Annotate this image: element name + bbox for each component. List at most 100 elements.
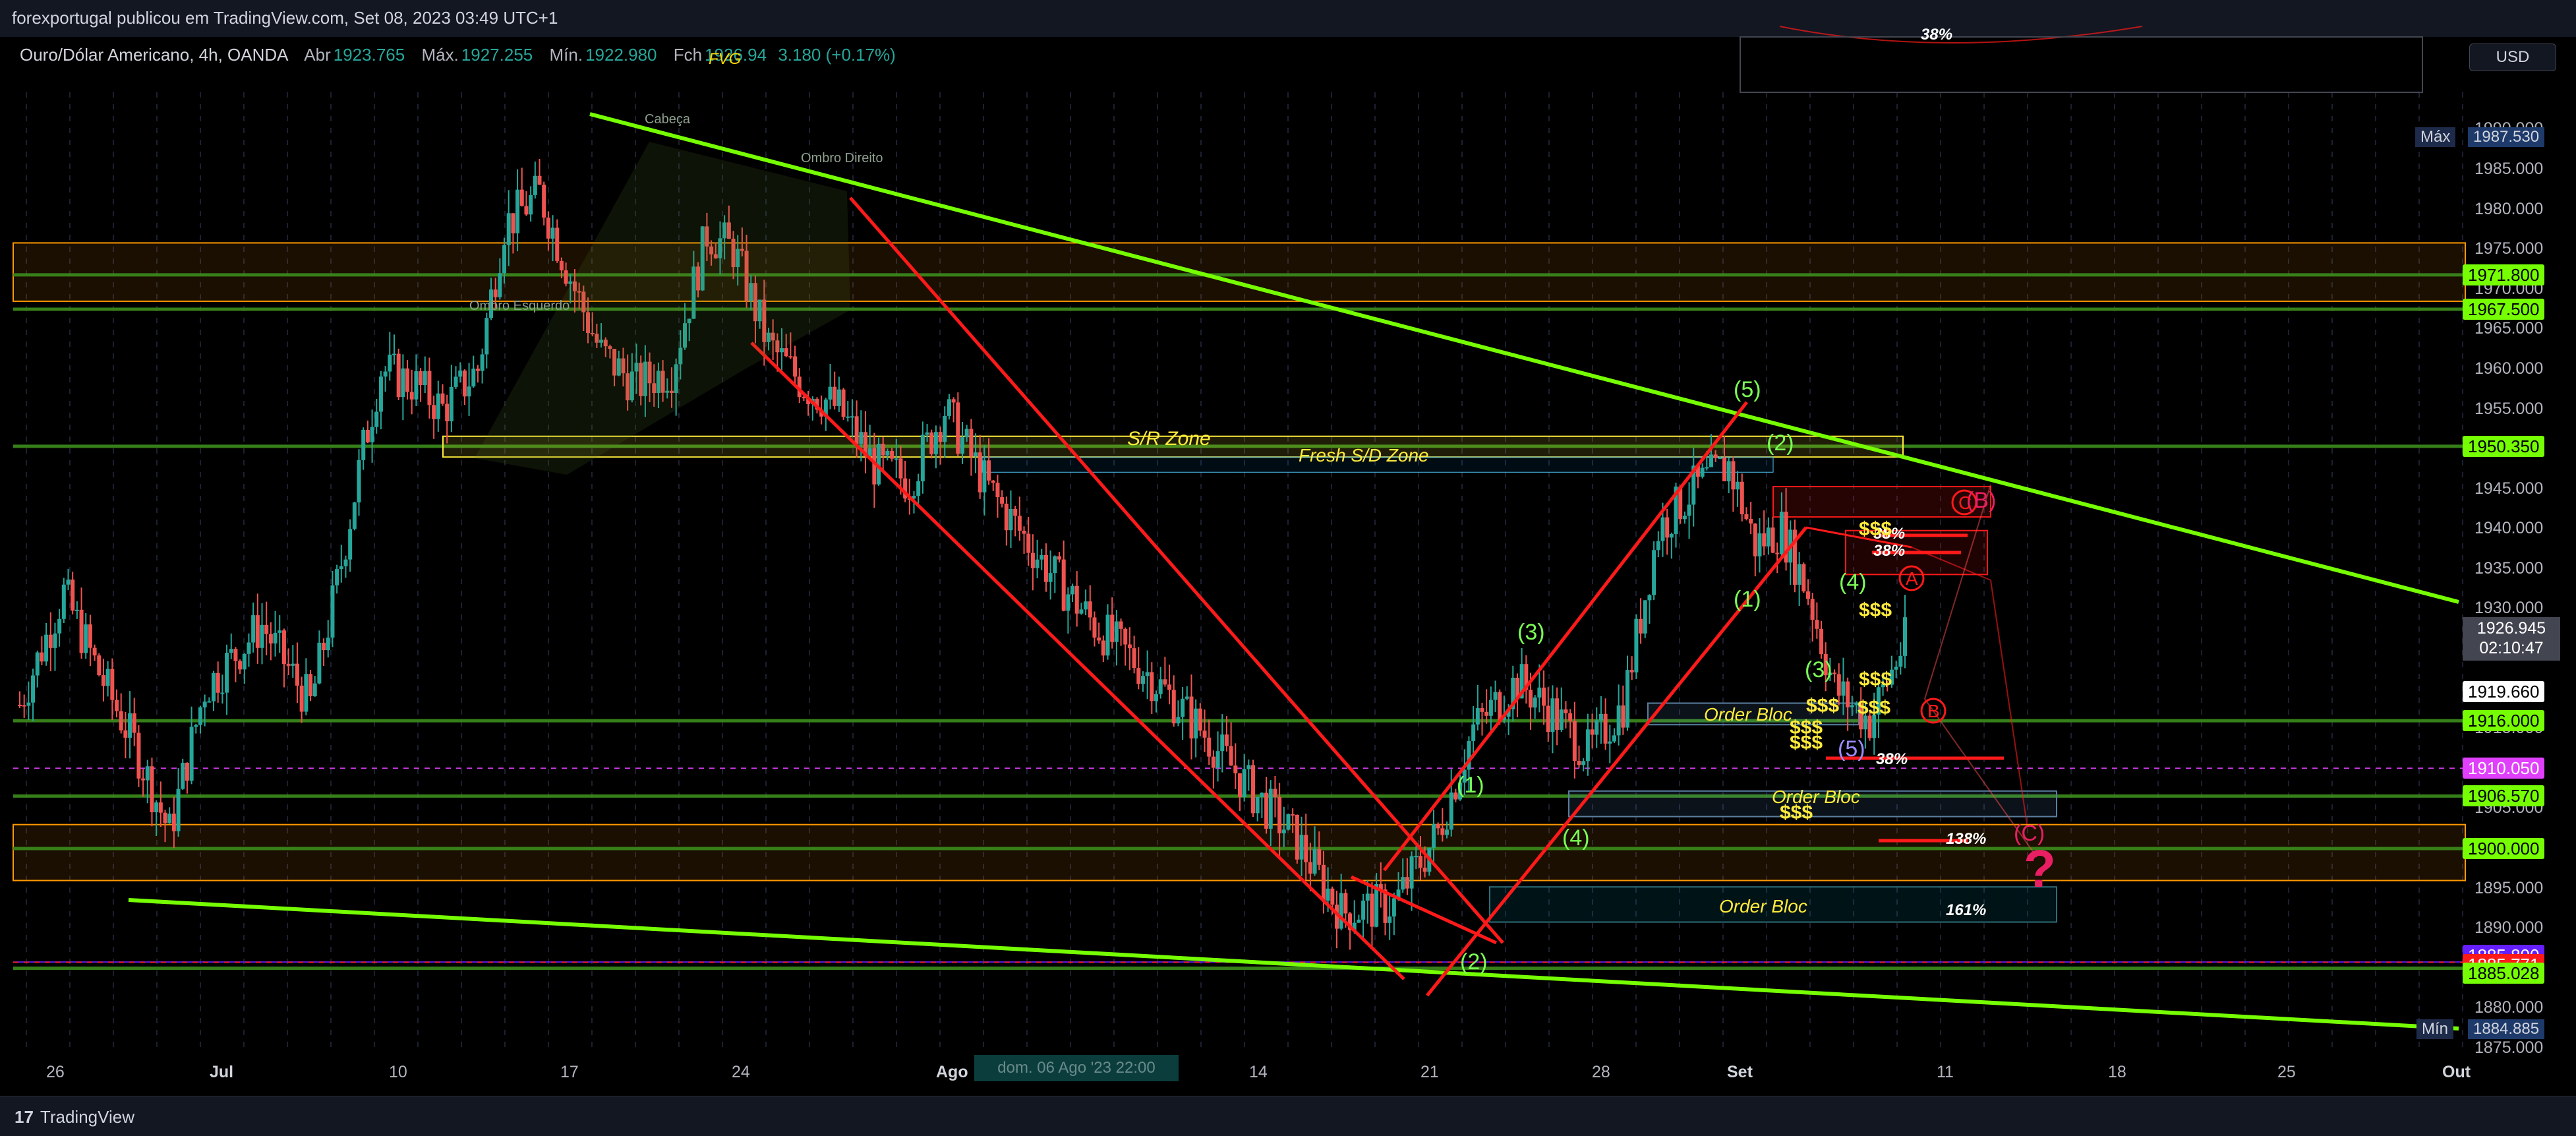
price-chart[interactable]: Ombro Esquerdo Cabeça Ombro Direito S/R Zon… bbox=[0, 0, 2576, 1135]
price-tick: 1960.000 bbox=[2474, 359, 2544, 378]
tradingview-logo[interactable]: 17 TradingView bbox=[15, 1107, 134, 1127]
price-tick: 1975.000 bbox=[2474, 239, 2544, 258]
time-tick: 10 bbox=[389, 1063, 407, 1081]
bull-candle bbox=[925, 432, 929, 435]
bull-candle bbox=[278, 630, 282, 633]
wave-label: (1) bbox=[1734, 587, 1761, 612]
bear-candle bbox=[1074, 585, 1079, 614]
bear-candle bbox=[1061, 559, 1066, 611]
bear-candle bbox=[141, 778, 146, 781]
bear-candle bbox=[854, 416, 859, 444]
bear-candle bbox=[1529, 690, 1533, 708]
bull-candle bbox=[1401, 877, 1405, 890]
bull-candle bbox=[471, 369, 476, 387]
bear-candle bbox=[1110, 614, 1115, 642]
bear-candle bbox=[1330, 888, 1335, 905]
bear-candle bbox=[462, 370, 467, 397]
bull-candle bbox=[498, 273, 502, 297]
liquidity-label: $$$ bbox=[1859, 599, 1892, 621]
bull-candle bbox=[960, 437, 964, 454]
bull-candle bbox=[1009, 508, 1013, 531]
top-arc bbox=[1779, 26, 2143, 44]
bull-candle bbox=[1634, 618, 1639, 673]
bull-candle bbox=[974, 452, 978, 457]
liquidity-label: $$$ bbox=[1859, 669, 1892, 690]
bear-candle bbox=[978, 452, 982, 493]
price-tick: 1895.000 bbox=[2474, 878, 2544, 897]
price-tick: 1935.000 bbox=[2474, 558, 2544, 578]
min-value: 1884.885 bbox=[2468, 1019, 2545, 1039]
bear-candle bbox=[1308, 862, 1312, 874]
bear-candle bbox=[238, 661, 243, 670]
bull-candle bbox=[1312, 849, 1317, 874]
bull-candle bbox=[176, 789, 181, 831]
bull-candle bbox=[1841, 681, 1846, 696]
bull-candle bbox=[339, 566, 343, 570]
bear-candle bbox=[475, 369, 480, 371]
bear-candle bbox=[1753, 523, 1757, 556]
currency-button[interactable]: USD bbox=[2469, 44, 2556, 71]
bull-candle bbox=[1432, 823, 1436, 848]
time-tick: Set bbox=[1727, 1063, 1753, 1081]
min-label: Mín bbox=[2422, 1020, 2449, 1038]
max-marker: Máx bbox=[2415, 127, 2456, 147]
bear-candle bbox=[1572, 721, 1577, 762]
bull-candle bbox=[128, 713, 132, 738]
bull-candle bbox=[1669, 533, 1674, 538]
bull-candle bbox=[242, 653, 247, 670]
bull-candle bbox=[480, 354, 484, 371]
bull-candle bbox=[1612, 735, 1616, 742]
bull-candle bbox=[894, 458, 898, 460]
bear-candle bbox=[163, 812, 167, 823]
bear-candle bbox=[1815, 620, 1819, 629]
bull-candle bbox=[361, 430, 366, 460]
bull-candle bbox=[343, 559, 348, 566]
bull-candle bbox=[304, 674, 308, 712]
wave-label: (2) bbox=[1767, 431, 1794, 456]
bear-candle bbox=[440, 393, 445, 404]
price-level-tag: 1967.500 bbox=[2463, 299, 2545, 320]
bear-candle bbox=[1621, 705, 1625, 728]
bear-candle bbox=[991, 480, 995, 483]
liquidity-label: $$$ bbox=[1859, 518, 1892, 540]
bull-candle bbox=[1357, 919, 1361, 923]
min-marker: Mín bbox=[2416, 1019, 2454, 1039]
bull-candle bbox=[212, 673, 216, 702]
bear-candle bbox=[1022, 530, 1026, 534]
bear-candle bbox=[286, 664, 291, 666]
bull-candle bbox=[1682, 516, 1687, 520]
bear-candle bbox=[841, 389, 846, 417]
low-value: 1922.980 bbox=[585, 45, 657, 65]
bear-candle bbox=[299, 685, 304, 712]
bear-candle bbox=[938, 432, 943, 442]
abc-label: C bbox=[1958, 493, 1972, 513]
bull-candle bbox=[1246, 765, 1251, 769]
bear-candle bbox=[71, 580, 75, 611]
bull-candle bbox=[1537, 687, 1542, 698]
bear-candle bbox=[537, 175, 542, 185]
bear-candle bbox=[1775, 553, 1780, 554]
bull-candle bbox=[1255, 796, 1260, 814]
price-tick: 1965.000 bbox=[2474, 319, 2544, 338]
bull-candle bbox=[1652, 550, 1656, 595]
bull-candle bbox=[1643, 600, 1647, 634]
upper-trendline bbox=[589, 112, 2459, 604]
bear-candle bbox=[396, 353, 401, 398]
bull-candle bbox=[1268, 789, 1273, 829]
bear-candle bbox=[1167, 684, 1172, 690]
bear-candle bbox=[119, 711, 123, 731]
crosshair-date: dom. 06 Ago '23 22:00 bbox=[974, 1055, 1179, 1081]
bull-candle bbox=[1286, 814, 1291, 830]
bull-candle bbox=[1365, 893, 1370, 901]
close-label: Fch bbox=[673, 45, 703, 65]
bull-candle bbox=[1598, 713, 1603, 721]
bull-candle bbox=[352, 502, 357, 529]
bull-candle bbox=[229, 649, 233, 653]
price-tick: 1945.000 bbox=[2474, 479, 2544, 498]
time-tick: Out bbox=[2442, 1063, 2471, 1081]
bull-candle bbox=[836, 389, 841, 406]
bear-candle bbox=[268, 634, 273, 643]
orange-zone bbox=[13, 242, 2466, 302]
wave-label: (3) bbox=[1805, 657, 1832, 682]
bull-candle bbox=[1066, 594, 1070, 611]
